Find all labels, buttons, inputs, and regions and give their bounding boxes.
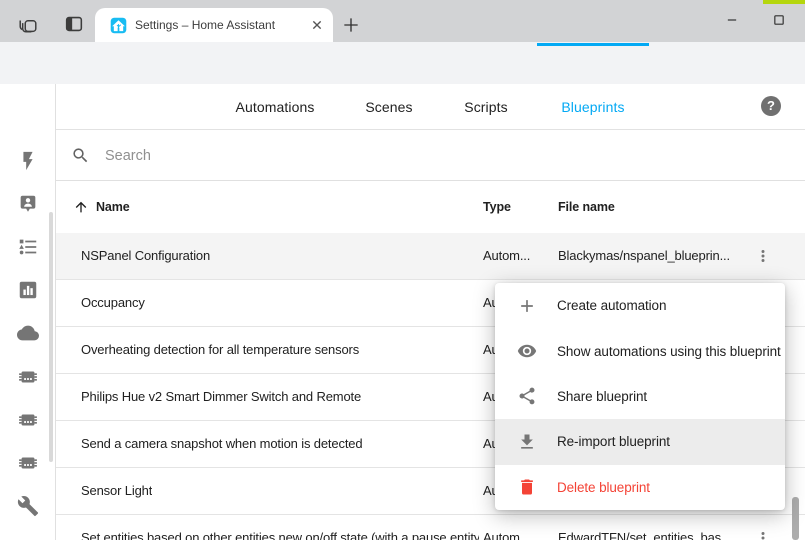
menu-item-create-automation[interactable]: Create automation [495,283,785,328]
vertical-tabs-button[interactable] [63,13,87,37]
row-name: Occupancy [81,280,145,326]
row-name: Philips Hue v2 Smart Dimmer Switch and R… [81,374,361,420]
chip-icon [17,452,39,474]
chip-icon [17,366,39,388]
menu-item-label: Create automation [557,298,666,313]
workspaces-icon [17,13,39,35]
share-icon [517,386,537,406]
ha-sidebar [0,84,56,540]
sort-ascending-icon[interactable] [73,199,89,215]
tab-blueprints[interactable]: Blueprints [561,84,624,130]
help-button[interactable]: ? [761,96,781,116]
plus-icon [341,15,361,35]
sidebar-scrollbar[interactable] [49,212,53,462]
row-overflow-button[interactable] [754,529,772,540]
row-file: EdwardTFN/set_entities_bas... [558,515,731,540]
browser-tab-bar: Settings – Home Assistant [0,0,805,42]
person-badge-icon [17,193,39,215]
sidebar-item-energy[interactable] [17,150,39,172]
blueprint-context-menu: Create automation Show automations using… [495,283,785,510]
todo-list-icon [17,236,39,258]
row-file: Blackymas/nspanel_blueprin... [558,233,730,279]
sidebar-item-chip-3[interactable] [17,452,39,474]
kebab-menu-icon [754,247,772,265]
maximize-icon [769,10,789,30]
menu-item-label: Re-import blueprint [557,434,670,449]
close-icon [306,14,328,36]
browser-tab[interactable]: Settings – Home Assistant [95,8,333,42]
column-header-name[interactable]: Name [96,181,130,233]
row-type: Autom... [483,515,530,540]
sidebar-item-lists[interactable] [17,236,39,258]
menu-item-delete-blueprint[interactable]: Delete blueprint [495,465,785,510]
active-tab-underline [537,43,649,46]
sidebar-item-chip-1[interactable] [17,366,39,388]
maximize-button[interactable] [769,10,789,30]
row-type: Autom... [483,233,530,279]
workspaces-button[interactable] [17,13,41,37]
minimize-icon [722,10,742,30]
browser-toolbar: Not secure homeassistant.local:8123/... … [0,42,805,84]
row-overflow-button[interactable] [754,247,772,265]
table-header: Name Type File name [56,181,805,233]
sidebar-item-person[interactable] [17,193,39,215]
sidebar-item-history[interactable] [17,279,39,301]
search-icon [71,146,90,165]
column-header-type[interactable]: Type [483,181,511,233]
kebab-menu-icon [754,529,772,540]
column-header-file[interactable]: File name [558,181,615,233]
sidebar-item-chip-2[interactable] [17,409,39,431]
tab-scenes[interactable]: Scenes [365,84,412,130]
tab-title: Settings – Home Assistant [135,8,300,42]
download-icon [517,432,537,452]
menu-item-label: Share blueprint [557,389,647,404]
search-input[interactable] [103,138,707,174]
eye-icon [517,341,537,361]
screen-edge-strip [763,0,805,4]
page-scrollbar[interactable] [792,497,799,540]
sidebar-item-tools[interactable] [17,495,39,517]
table-row[interactable]: Set entities based on other entities new… [56,515,805,540]
energy-flash-icon [17,150,39,172]
ha-header: Automations Scenes Scripts Blueprints [0,84,805,130]
tab-automations[interactable]: Automations [236,84,315,130]
cloud-icon [17,322,39,344]
trash-icon [517,477,537,497]
new-tab-button[interactable] [341,15,361,35]
chip-icon [17,409,39,431]
menu-item-reimport-blueprint[interactable]: Re-import blueprint [495,419,785,464]
menu-item-label: Delete blueprint [557,480,650,495]
row-name: Set entities based on other entities new… [81,515,479,540]
menu-item-share-blueprint[interactable]: Share blueprint [495,374,785,419]
row-name: NSPanel Configuration [81,233,210,279]
row-name: Send a camera snapshot when motion is de… [81,421,362,467]
vertical-tabs-icon [63,13,85,35]
history-chart-icon [17,279,39,301]
search-row [56,130,805,181]
menu-item-label: Show automations using this blueprint [557,344,781,359]
browser-window: Settings – Home Assistant [0,0,805,540]
table-row[interactable]: NSPanel Configuration Autom... Blackymas… [56,233,805,280]
wrench-icon [17,495,39,517]
sidebar-item-cloud[interactable] [17,322,39,344]
row-name: Sensor Light [81,468,152,514]
tab-close-button[interactable] [306,14,328,36]
minimize-button[interactable] [722,10,742,30]
menu-item-show-automations[interactable]: Show automations using this blueprint [495,328,785,373]
home-assistant-favicon [110,17,127,34]
plus-icon [517,296,537,316]
tab-scripts[interactable]: Scripts [464,84,508,130]
row-name: Overheating detection for all temperatur… [81,327,359,373]
